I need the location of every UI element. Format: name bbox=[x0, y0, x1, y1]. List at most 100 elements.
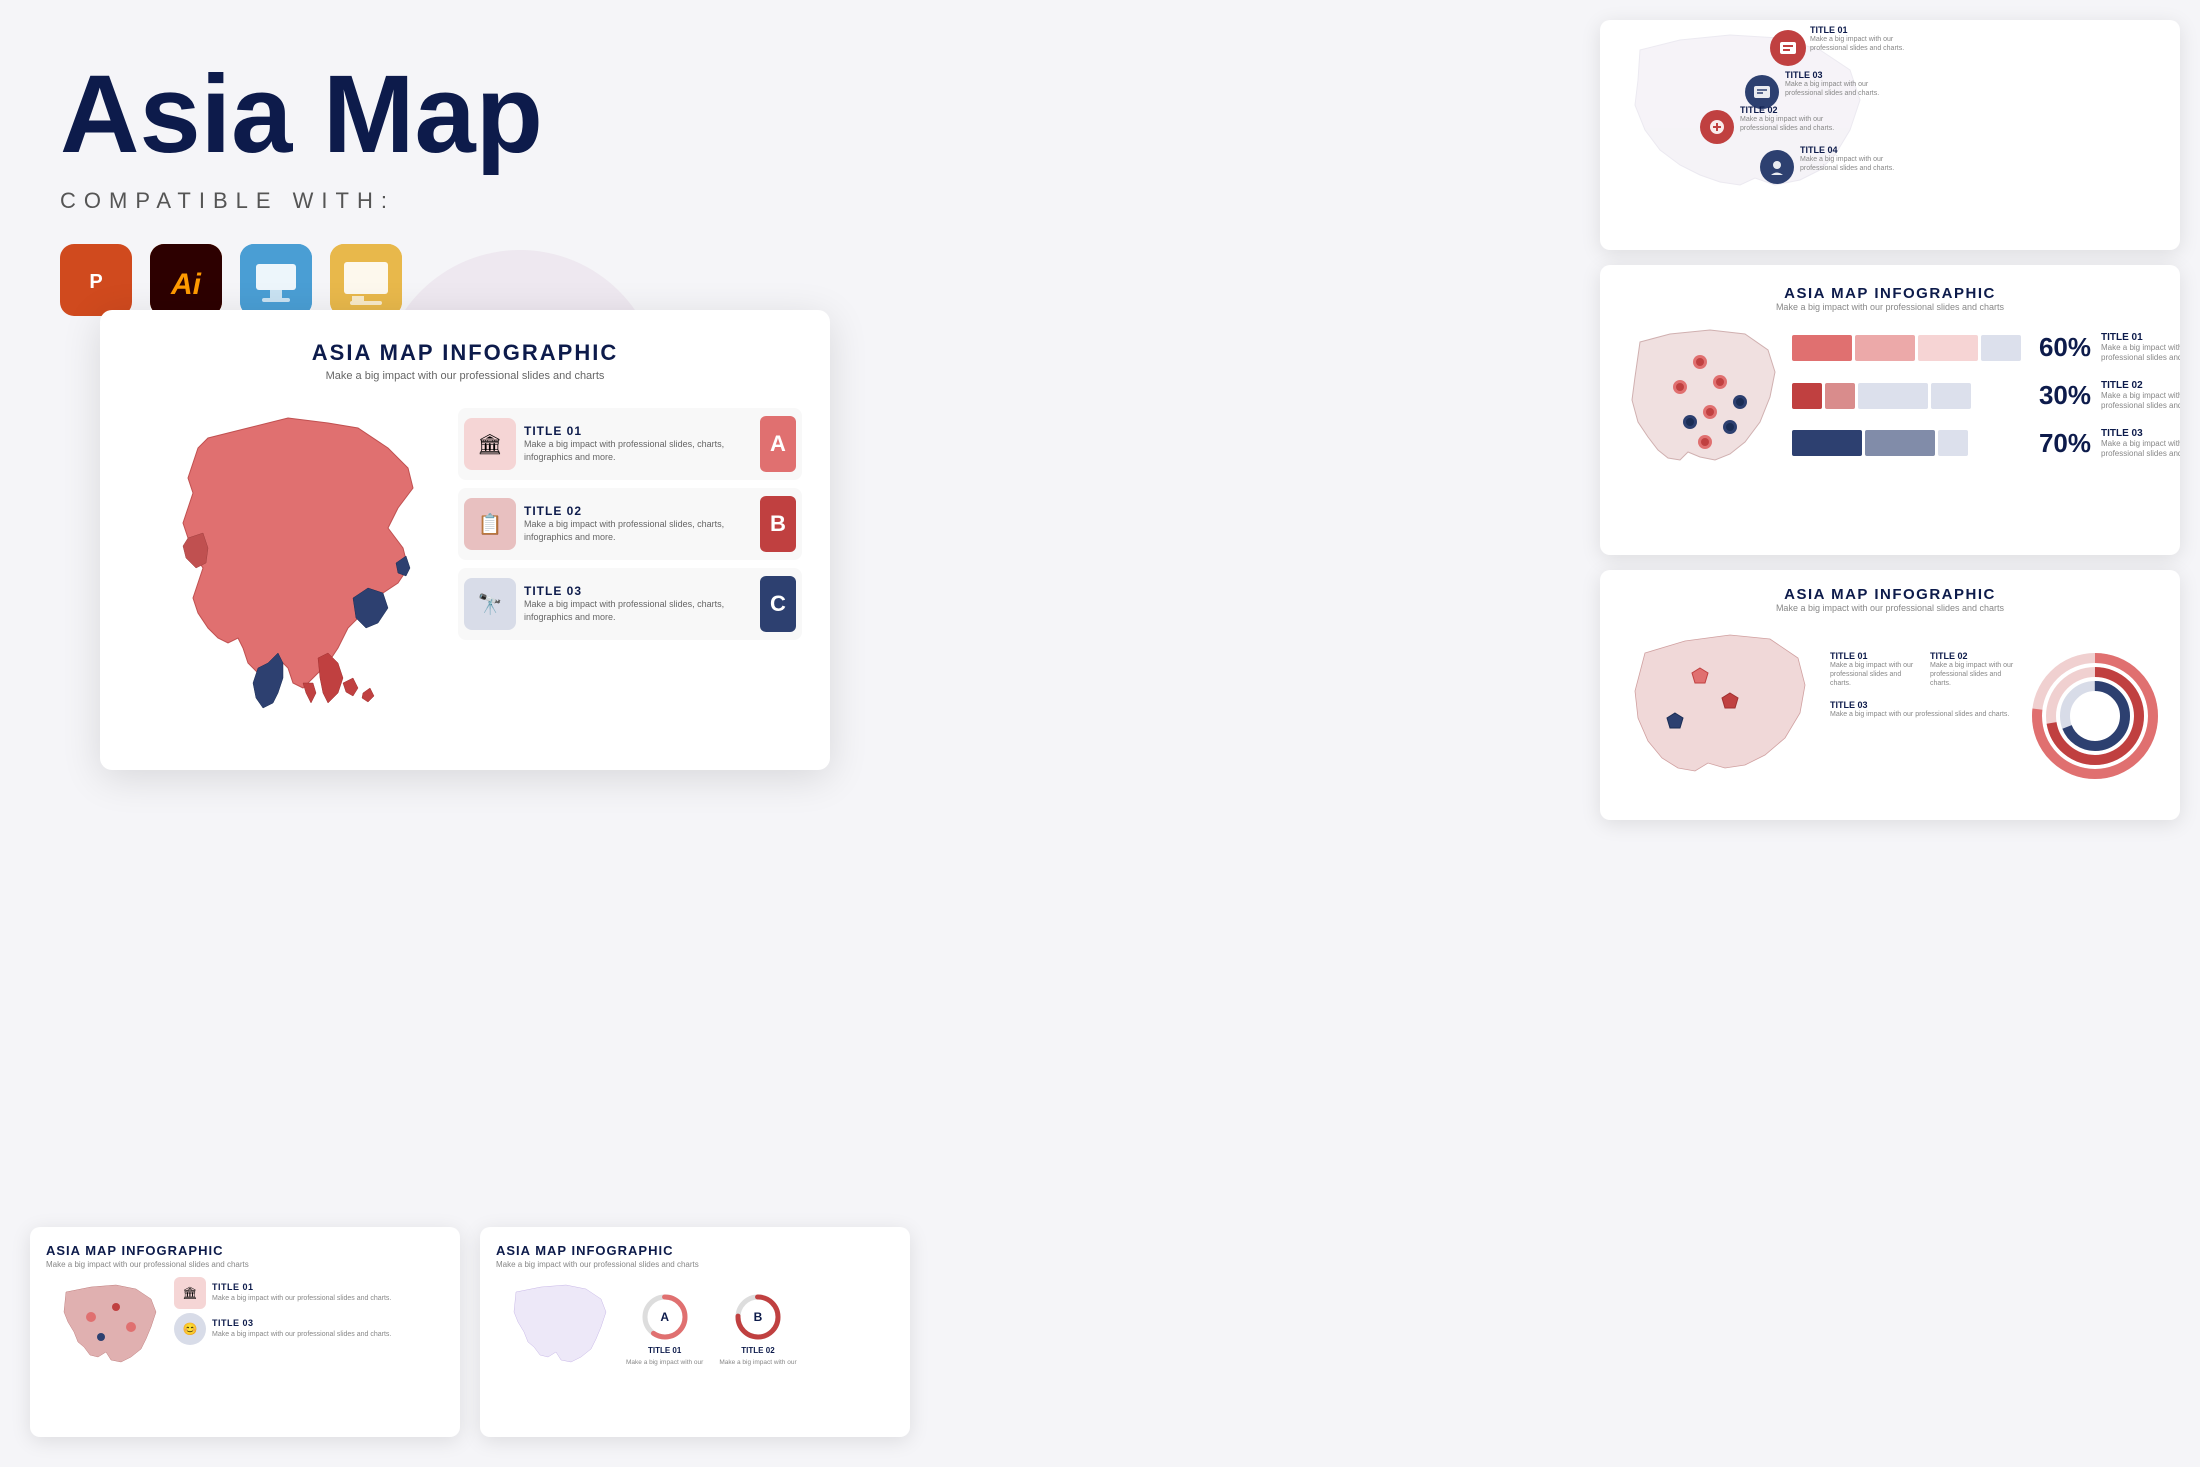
circle-a: A bbox=[640, 1292, 690, 1342]
slide-bottom-mid: ASIA MAP INFOGRAPHIC Make a big impact w… bbox=[480, 1227, 910, 1437]
lower-right-subtitle: Make a big impact with our professional … bbox=[1620, 603, 2160, 613]
bar-info-desc-2: Make a big impact with our professional … bbox=[2101, 391, 2180, 412]
bottom-left-desc-2: Make a big impact with our professional … bbox=[212, 1330, 391, 1339]
left-panel: Asia Map COMPATIBLE WITH: P Ai bbox=[0, 0, 860, 1467]
callout-icon-2 bbox=[1700, 110, 1734, 144]
mid-right-subtitle: Make a big impact with our professional … bbox=[1620, 302, 2160, 312]
callout-icon-3 bbox=[1745, 75, 1779, 109]
keynote-icon bbox=[240, 244, 312, 316]
illustrator-icon: Ai bbox=[150, 244, 222, 316]
circle-b-desc: Make a big impact with our bbox=[719, 1359, 796, 1367]
bar-seg-2c bbox=[1858, 383, 1928, 409]
main-slide-title: ASIA MAP INFOGRAPHIC bbox=[128, 340, 802, 366]
bar-info-1: TITLE 01 Make a big impact with our prof… bbox=[2101, 332, 2180, 364]
card-letter-c: C bbox=[760, 576, 796, 632]
callout-text-3: TITLE 03 Make a big impact with our prof… bbox=[1785, 70, 1885, 98]
page-title: Asia Map bbox=[60, 60, 800, 170]
bottom-mid-circles: A TITLE 01 Make a big impact with our B bbox=[626, 1292, 894, 1367]
bar-pct-1: 60% bbox=[2031, 332, 2091, 363]
bar-pct-2: 30% bbox=[2031, 380, 2091, 411]
bar-info-3: TITLE 03 Make a big impact with our prof… bbox=[2101, 428, 2180, 460]
card-letter-b: B bbox=[760, 496, 796, 552]
arrow-slide-inner: TITLE 01 Make a big impact with our prof… bbox=[1600, 20, 2180, 250]
bottom-left-text-1: TITLE 01 Make a big impact with our prof… bbox=[212, 1282, 391, 1303]
bar-seg-1a bbox=[1792, 335, 1852, 361]
bottom-left-item-1: 🏛 TITLE 01 Make a big impact with our pr… bbox=[174, 1277, 444, 1309]
lower-right-title-row: TITLE 01 Make a big impact with our prof… bbox=[1830, 651, 2020, 688]
lower-right-text-cols: TITLE 01 Make a big impact with our prof… bbox=[1830, 651, 2020, 781]
svg-text:Ai: Ai bbox=[170, 268, 202, 301]
bottom-left-icon-2: 😊 bbox=[174, 1313, 206, 1345]
bar-seg-2b bbox=[1825, 383, 1855, 409]
bottom-left-item-2: 😊 TITLE 03 Make a big impact with our pr… bbox=[174, 1313, 444, 1345]
bottom-left-title-2: TITLE 03 bbox=[212, 1318, 391, 1328]
bar-rows-area: 60% TITLE 01 Make a big impact with our … bbox=[1792, 322, 2180, 475]
main-slide-preview: ASIA MAP INFOGRAPHIC Make a big impact w… bbox=[100, 310, 830, 770]
callout-title-3: TITLE 03 bbox=[1785, 70, 1885, 80]
slides-icon bbox=[330, 244, 402, 316]
callout-desc-3: Make a big impact with our professional … bbox=[1785, 80, 1885, 98]
bar-seg-2d bbox=[1931, 383, 1971, 409]
bottom-left-subtitle: Make a big impact with our professional … bbox=[46, 1260, 444, 1269]
lower-right-col2-desc: Make a big impact with our professional … bbox=[1930, 661, 2020, 688]
circle-b: B bbox=[733, 1292, 783, 1342]
bar-info-2: TITLE 02 Make a big impact with our prof… bbox=[2101, 380, 2180, 412]
bar-seg-1b bbox=[1855, 335, 1915, 361]
bar-info-title-2: TITLE 02 bbox=[2101, 380, 2180, 391]
bar-info-title-1: TITLE 01 bbox=[2101, 332, 2180, 343]
svg-text:P: P bbox=[89, 271, 102, 293]
circle-b-group: B TITLE 02 Make a big impact with our bbox=[719, 1292, 796, 1367]
lower-right-title: ASIA MAP INFOGRAPHIC bbox=[1620, 586, 2160, 603]
circle-a-title: TITLE 01 bbox=[648, 1346, 681, 1355]
donut-chart bbox=[2030, 651, 2160, 781]
card-text-c: TITLE 03 Make a big impact with professi… bbox=[524, 584, 752, 623]
card-text-b: TITLE 02 Make a big impact with professi… bbox=[524, 504, 752, 543]
asia-map-area bbox=[128, 398, 448, 758]
bar-seg-3a bbox=[1792, 430, 1862, 456]
bar-chart-area: 60% TITLE 01 Make a big impact with our … bbox=[1620, 322, 2160, 507]
right-panel: TITLE 01 Make a big impact with our prof… bbox=[880, 0, 2200, 1467]
card-text-a: TITLE 01 Make a big impact with professi… bbox=[524, 424, 752, 463]
card-title-c: TITLE 03 bbox=[524, 584, 752, 598]
bottom-left-content: 🏛 TITLE 01 Make a big impact with our pr… bbox=[46, 1277, 444, 1382]
callout-icon-4 bbox=[1760, 150, 1794, 184]
card-title-a: TITLE 01 bbox=[524, 424, 752, 438]
slide-lower-right: ASIA MAP INFOGRAPHIC Make a big impact w… bbox=[1600, 570, 2180, 820]
info-card-b: 📋 TITLE 02 Make a big impact with profes… bbox=[458, 488, 802, 560]
info-cards: 🏛 TITLE 01 Make a big impact with profes… bbox=[458, 398, 802, 758]
callout-desc-4: Make a big impact with our professional … bbox=[1800, 155, 1900, 173]
callout-desc-2: Make a big impact with our professional … bbox=[1740, 115, 1840, 133]
lower-right-map bbox=[1620, 623, 1820, 808]
bottom-left-map bbox=[46, 1277, 166, 1382]
bar-seg-3b bbox=[1865, 430, 1935, 456]
bottom-mid-subtitle: Make a big impact with our professional … bbox=[496, 1260, 894, 1269]
bar-seg-2a bbox=[1792, 383, 1822, 409]
circle-a-group: A TITLE 01 Make a big impact with our bbox=[626, 1292, 703, 1367]
lower-right-col2: TITLE 02 Make a big impact with our prof… bbox=[1930, 651, 2020, 688]
bottom-left-text-2: TITLE 03 Make a big impact with our prof… bbox=[212, 1318, 391, 1339]
slide-top-right: TITLE 01 Make a big impact with our prof… bbox=[1600, 20, 2180, 250]
bar-seg-1d bbox=[1981, 335, 2021, 361]
bar-info-desc-3: Make a big impact with our professional … bbox=[2101, 439, 2180, 460]
bottom-left-icon-1: 🏛 bbox=[174, 1277, 206, 1309]
bar-seg-1c bbox=[1918, 335, 1978, 361]
callout-title-4: TITLE 04 bbox=[1800, 145, 1900, 155]
circle-b-title: TITLE 02 bbox=[741, 1346, 774, 1355]
bar-chart-map bbox=[1620, 322, 1780, 507]
bar-pct-3: 70% bbox=[2031, 428, 2091, 459]
slide-mid-right: ASIA MAP INFOGRAPHIC Make a big impact w… bbox=[1600, 265, 2180, 555]
lower-right-col1: TITLE 01 Make a big impact with our prof… bbox=[1830, 651, 1920, 688]
callout-text-2: TITLE 02 Make a big impact with our prof… bbox=[1740, 105, 1840, 133]
powerpoint-icon: P bbox=[60, 244, 132, 316]
card-icon-b: 📋 bbox=[464, 498, 516, 550]
callout-title-2: TITLE 02 bbox=[1740, 105, 1840, 115]
bar-track-2 bbox=[1792, 383, 2021, 409]
card-icon-c: 🔭 bbox=[464, 578, 516, 630]
bottom-left-desc-1: Make a big impact with our professional … bbox=[212, 1294, 391, 1303]
bar-info-title-3: TITLE 03 bbox=[2101, 428, 2180, 439]
info-card-c: 🔭 TITLE 03 Make a big impact with profes… bbox=[458, 568, 802, 640]
bottom-mid-title: ASIA MAP INFOGRAPHIC bbox=[496, 1243, 894, 1258]
mid-right-title: ASIA MAP INFOGRAPHIC bbox=[1620, 285, 2160, 302]
lower-right-right: TITLE 01 Make a big impact with our prof… bbox=[1830, 651, 2160, 781]
lower-right-col1-desc: Make a big impact with our professional … bbox=[1830, 661, 1920, 688]
